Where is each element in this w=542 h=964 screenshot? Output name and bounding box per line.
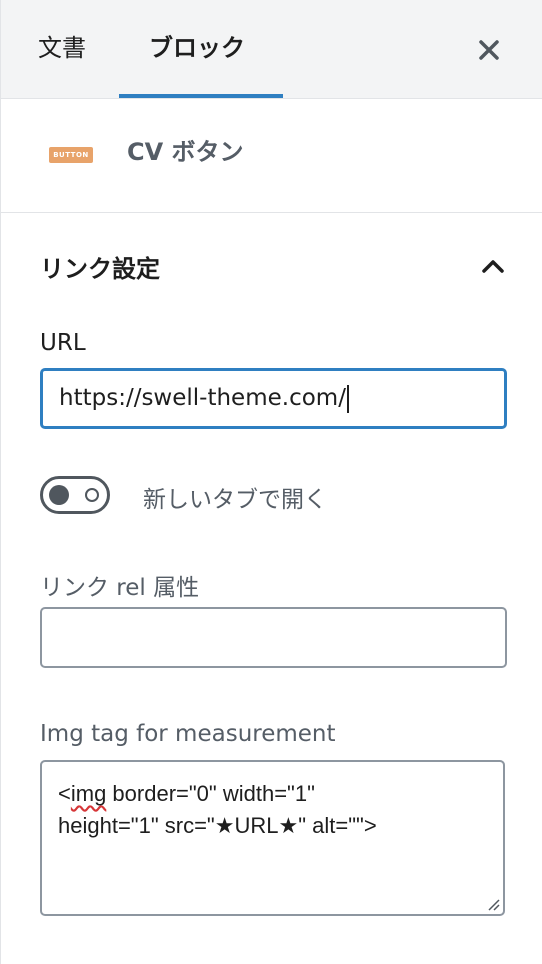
resize-handle-icon[interactable]: [484, 895, 500, 911]
sidebar-tabs: 文書 ブロック: [1, 0, 542, 99]
img-tag-prefix: <: [58, 781, 71, 806]
close-button[interactable]: [471, 32, 507, 68]
img-tag-line-1-rest: border="0" width="1": [106, 781, 315, 806]
block-settings-sidebar: 文書 ブロック BUTTON CV ボタン リンク設定 URL https://…: [0, 0, 542, 964]
button-block-icon: BUTTON: [49, 147, 93, 163]
img-tag-line-2: height="1" src="★URL★" alt="">: [58, 813, 377, 838]
rel-input[interactable]: [40, 607, 507, 668]
tab-block[interactable]: ブロック: [149, 30, 245, 70]
block-title: CV ボタン: [127, 138, 244, 166]
toggle-off-icon: [85, 488, 99, 502]
block-card: BUTTON CV ボタン: [1, 99, 542, 213]
chevron-up-icon: [482, 260, 504, 273]
close-icon: [479, 40, 499, 60]
spellcheck-word: img: [70, 781, 107, 806]
url-value: https://swell-theme.com/: [59, 385, 346, 411]
tab-document[interactable]: 文書: [38, 30, 86, 70]
link-settings-panel-toggle[interactable]: リンク設定: [1, 213, 542, 313]
link-settings-title: リンク設定: [40, 255, 160, 283]
img-tag-label: Img tag for measurement: [40, 721, 336, 747]
text-caret: [346, 384, 349, 413]
img-tag-line-1: <img border="0" width="1": [58, 778, 487, 810]
active-tab-indicator: [119, 94, 283, 98]
url-input[interactable]: https://swell-theme.com/: [40, 368, 507, 429]
rel-label: リンク rel 属性: [40, 575, 200, 601]
url-label: URL: [40, 330, 86, 356]
toggle-knob: [49, 485, 69, 505]
img-tag-textarea[interactable]: <img border="0" width="1" height="1" src…: [40, 760, 505, 916]
new-tab-label: 新しいタブで開く: [143, 487, 327, 513]
new-tab-toggle[interactable]: [40, 476, 110, 514]
